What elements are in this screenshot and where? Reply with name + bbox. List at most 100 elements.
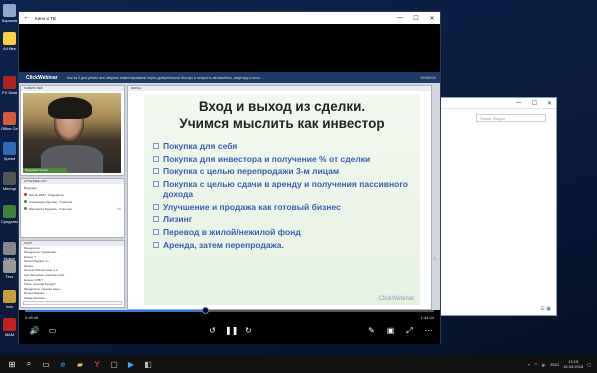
- shortcut-icon: [3, 260, 16, 273]
- seek-bar[interactable]: [25, 307, 434, 314]
- slide-bullet-text: Покупка с целью перепродажи 3-м лицам: [163, 166, 340, 177]
- slide-bullet: Улучшение и продажа как готовый бизнес: [153, 202, 420, 212]
- close-icon[interactable]: ✕: [424, 15, 440, 22]
- slide-bullet: Покупка с целью перепродажи 3-м лицам: [153, 166, 420, 176]
- slide-bullet-text: Улучшение и продажа как готовый бизнес: [163, 201, 341, 212]
- explorer-icon[interactable]: ▰: [73, 357, 87, 371]
- checkbox-bullet-icon: [153, 241, 159, 248]
- desktop-shortcut[interactable]: Корзина: [1, 4, 18, 23]
- checkbox-bullet-icon: [153, 228, 159, 235]
- slide-panel: ЭКРАН Вход и выход из сделки. Учимся мыс…: [127, 85, 432, 310]
- slide-header: ЭКРАН: [128, 86, 431, 91]
- skip-forward-icon[interactable]: ↻: [243, 325, 254, 336]
- attendee-name: Александра Дулова - Участник: [29, 199, 73, 204]
- desktop-shortcut[interactable]: FD Data: [1, 76, 18, 95]
- subtitles-icon[interactable]: ▭: [47, 325, 58, 336]
- edit-pen-icon[interactable]: ✎: [366, 325, 377, 336]
- desktop-shortcut[interactable]: Тест: [1, 260, 18, 279]
- yandex-icon[interactable]: Y: [90, 357, 104, 371]
- webinar-topic: Как за 3 дня узнать все секреты инвестир…: [67, 75, 263, 80]
- explorer-titlebar: — ☐ ✕: [441, 98, 556, 109]
- volume-icon[interactable]: 🔊: [29, 325, 40, 336]
- desktop-shortcut[interactable]: MAM: [1, 318, 18, 337]
- close-button[interactable]: ✕: [547, 100, 552, 107]
- language-indicator[interactable]: ENG: [551, 362, 560, 367]
- view-toggle-icons[interactable]: ☰ ▣: [540, 306, 551, 312]
- more-options-icon[interactable]: ⋯: [423, 325, 434, 336]
- explorer-window[interactable]: — ☐ ✕ Поиск: Видео ☰ ▣: [440, 97, 557, 316]
- desktop-shortcut[interactable]: Средства: [1, 205, 18, 224]
- attendee-panel: ATTENDEE LIST Ведущие Мосов МИИ - Модера…: [20, 178, 125, 238]
- volume-tray-icon[interactable]: 🔈: [542, 362, 547, 367]
- shortcut-label: Speed: [3, 156, 16, 161]
- start-icon[interactable]: ⊞: [5, 357, 19, 371]
- movies-tv-window[interactable]: ← Кино и ТВ — ☐ ✕ ClickWebinar Как за 3 …: [18, 11, 441, 344]
- attendee-badge: HD: [116, 206, 121, 211]
- shortcut-label: Средства: [1, 219, 18, 224]
- status-dot-icon: [24, 200, 27, 203]
- minimize-button[interactable]: —: [516, 100, 522, 106]
- seek-thumb[interactable]: [201, 307, 209, 314]
- edge-icon[interactable]: e: [56, 357, 70, 371]
- back-arrow-icon[interactable]: ←: [19, 12, 35, 24]
- slide-bullet-text: Покупка для инвестора и получение % от с…: [163, 153, 371, 164]
- shortcut-icon: [3, 318, 16, 331]
- checkbox-bullet-icon: [153, 216, 159, 223]
- slide-bullet: Лизинг: [153, 214, 420, 224]
- desktop-shortcut[interactable]: Office Central: [1, 112, 18, 131]
- slide-title: Вход и выход из сделки. Учимся мыслить к…: [179, 99, 385, 131]
- chat-input[interactable]: [23, 301, 122, 305]
- shortcut-icon: [3, 205, 16, 218]
- shortcut-label: MAM: [4, 332, 15, 337]
- webinar-logo: ClickWebinar: [26, 74, 58, 81]
- video-frame[interactable]: ClickWebinar Как за 3 дня узнать все сек…: [19, 24, 440, 310]
- desktop-shortcut[interactable]: foto: [1, 290, 18, 309]
- maximize-icon[interactable]: ☐: [408, 15, 424, 22]
- shortcut-label: foto: [6, 304, 13, 309]
- shortcut-label: Тест: [5, 274, 14, 279]
- minimize-icon[interactable]: —: [392, 15, 408, 21]
- window-title: Кино и ТВ: [35, 15, 56, 21]
- attendee-row[interactable]: Мосов МИИ - Модератор: [21, 191, 124, 198]
- camera-header: КАМЕРА ВЕБ: [21, 86, 124, 91]
- shortcut-label: Office Central: [1, 126, 18, 131]
- clock[interactable]: 13:15 15.05.2018: [563, 359, 583, 369]
- maximize-button[interactable]: ☐: [532, 100, 537, 107]
- shortcut-icon: [3, 290, 16, 303]
- tray-chevron-icon[interactable]: ˄: [528, 362, 530, 367]
- pinned-app-icon[interactable]: ◧: [141, 357, 155, 371]
- network-icon[interactable]: ◠: [534, 362, 538, 367]
- seek-bar-fill: [25, 310, 205, 312]
- skip-back-icon[interactable]: ↺: [207, 325, 218, 336]
- mini-view-icon[interactable]: ▣: [385, 325, 396, 336]
- attendee-row[interactable]: Александра Дулова - Участник: [21, 198, 124, 205]
- checkbox-bullet-icon: [153, 143, 159, 149]
- app-icon[interactable]: ▢: [107, 357, 121, 371]
- slide-bullet: Аренда, затем перепродажа.: [153, 240, 420, 250]
- status-dot-icon: [24, 193, 27, 196]
- task-view-icon[interactable]: ▭: [39, 357, 53, 371]
- movies-app-icon[interactable]: ▶: [124, 357, 138, 371]
- slide-bullet-text: Покупка для себя: [163, 141, 238, 151]
- slide-bullet-text: Лизинг: [163, 214, 193, 225]
- slide-watermark: ClickWebinar: [378, 296, 414, 302]
- desktop-shortcut[interactable]: Microgr: [1, 172, 18, 191]
- checkbox-bullet-icon: [153, 168, 159, 175]
- player-controls: 0:48:48 1:44:34 🔊 ▭ ↺ ❚❚ ↻ ✎ ▣ ⤢ ⋯: [19, 307, 440, 344]
- attendee-row[interactable]: Маргарита Руднева - Участник HD: [21, 205, 124, 212]
- notifications-icon[interactable]: ▢: [587, 362, 591, 367]
- search-icon[interactable]: ⌕: [22, 357, 36, 371]
- desktop-shortcut[interactable]: Speed: [1, 142, 18, 161]
- camera-panel: КАМЕРА ВЕБ Ведущая Гусева: [20, 85, 125, 176]
- presentation-slide: Вход и выход из сделки. Учимся мыслить к…: [144, 94, 420, 305]
- next-slide-icon[interactable]: ›: [433, 253, 436, 263]
- pause-icon[interactable]: ❚❚: [225, 325, 238, 336]
- webinar-timer: 00:00:01: [420, 75, 436, 80]
- desktop-shortcut[interactable]: Новое: [1, 242, 18, 261]
- slide-bullet-text: Аренда, затем перепродажа.: [163, 239, 284, 250]
- explorer-search-input[interactable]: Поиск: Видео: [476, 114, 546, 122]
- fullscreen-icon[interactable]: ⤢: [404, 325, 415, 336]
- checkbox-bullet-icon: [153, 203, 159, 210]
- desktop-shortcut[interactable]: All files: [1, 32, 18, 51]
- presenter-name: Ведущая Гусева: [23, 168, 67, 173]
